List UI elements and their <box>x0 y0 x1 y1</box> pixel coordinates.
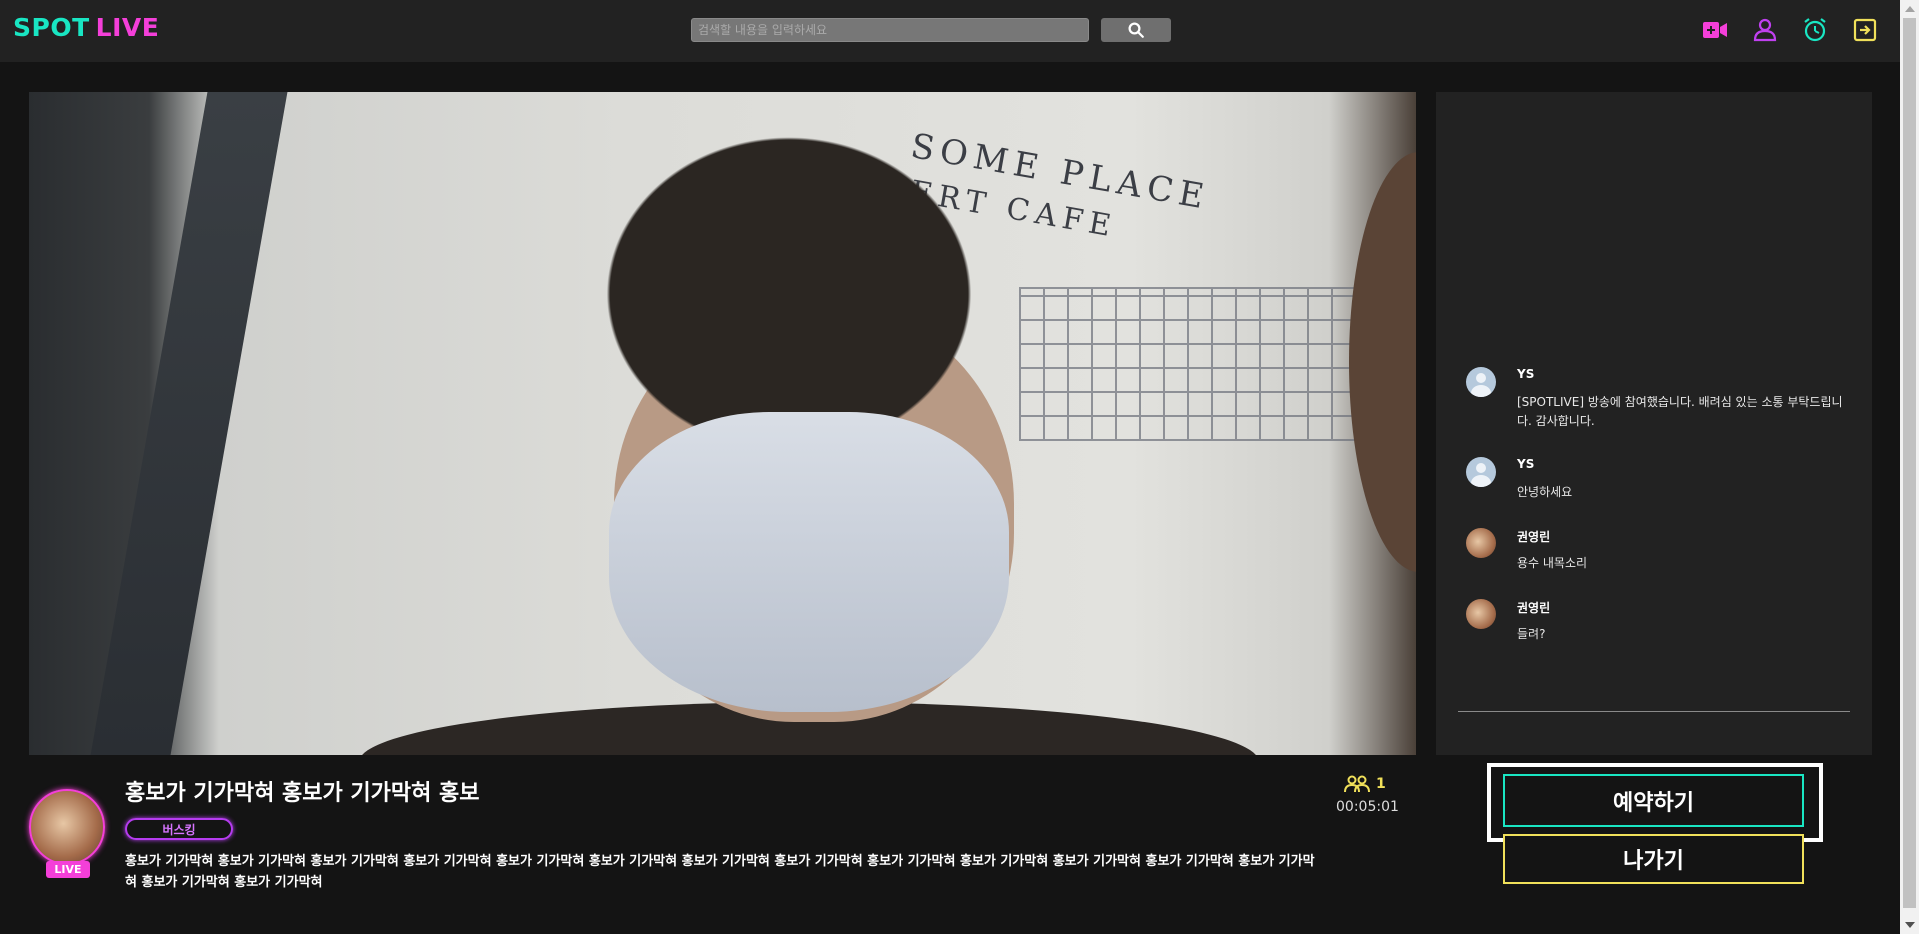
scroll-thumb[interactable] <box>1903 18 1916 908</box>
exit-button[interactable]: 나가기 <box>1503 834 1804 884</box>
chat-text: 들려? <box>1517 627 1546 641</box>
default-avatar-icon <box>1466 367 1496 397</box>
viewer-count-value: 1 <box>1376 776 1386 792</box>
page-scrollbar[interactable] <box>1900 0 1919 934</box>
chat-divider <box>1458 711 1850 712</box>
photo-avatar <box>1466 599 1496 629</box>
top-header: SPOT LIVE <box>0 0 1900 62</box>
chat-text: 용수 내목소리 <box>1517 556 1588 570</box>
chat-panel: YS [SPOTLIVE] 방송에 참여했습니다. 배려심 있는 소통 부탁드립… <box>1436 92 1872 755</box>
search-input[interactable] <box>691 18 1089 42</box>
category-tag[interactable]: 버스킹 <box>125 818 233 840</box>
chat-text: [SPOTLIVE] 방송에 참여했습니다. 배려심 있는 소통 부탁드립니다.… <box>1517 395 1843 428</box>
chat-text: 안녕하세요 <box>1517 485 1573 499</box>
photo-avatar <box>1466 528 1496 558</box>
chat-username: 권영린 <box>1517 601 1551 615</box>
logo-spot: SPOT <box>13 13 90 42</box>
magnifier-icon <box>1128 22 1144 38</box>
host-avatar[interactable] <box>29 789 105 865</box>
video-background-person <box>1349 152 1416 572</box>
viewer-count: 1 <box>1344 775 1386 793</box>
logo[interactable]: SPOT LIVE <box>13 13 159 42</box>
scroll-down-arrow-icon[interactable] <box>1905 922 1915 928</box>
alarm-clock-icon[interactable] <box>1801 16 1829 44</box>
elapsed-time: 00:05:01 <box>1336 799 1399 815</box>
video-add-icon[interactable] <box>1701 16 1729 44</box>
video-wall-shape <box>90 92 288 755</box>
default-avatar-icon <box>1466 457 1496 487</box>
live-video[interactable]: SOME PLACE ERT CAFE <box>29 92 1416 755</box>
chat-username: 권영린 <box>1517 530 1551 544</box>
people-icon <box>1344 775 1370 793</box>
video-person-mask <box>609 412 1009 712</box>
logo-live: LIVE <box>95 13 160 42</box>
user-icon[interactable] <box>1751 16 1779 44</box>
live-badge: LIVE <box>46 861 90 878</box>
chat-username: YS <box>1517 367 1535 381</box>
logout-icon[interactable] <box>1851 16 1879 44</box>
search-button[interactable] <box>1101 18 1171 42</box>
video-wall-sketch <box>1019 287 1363 441</box>
chat-username: YS <box>1517 457 1535 471</box>
stream-description: 홍보가 기가막혀 홍보가 기가막혀 홍보가 기가막혀 홍보가 기가막혀 홍보가 … <box>125 854 1315 890</box>
stream-title: 홍보가 기가막혀 홍보가 기가막혀 홍보 <box>125 781 480 806</box>
reserve-button[interactable]: 예약하기 <box>1503 774 1804 827</box>
scroll-up-arrow-icon[interactable] <box>1905 6 1915 12</box>
